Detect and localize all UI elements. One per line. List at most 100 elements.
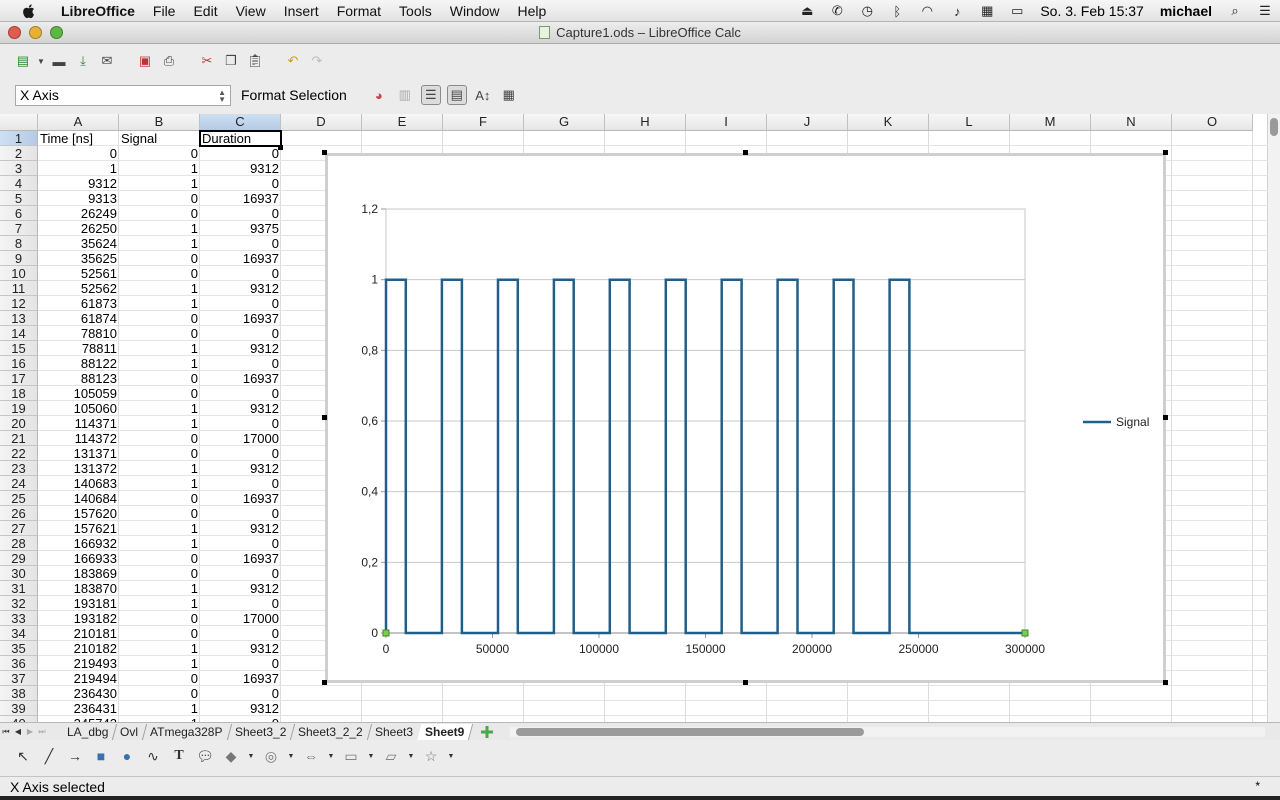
table-cell[interactable]: 1	[119, 641, 200, 656]
sheet-tab-sheet3_2[interactable]: Sheet3_2	[226, 723, 296, 740]
table-cell[interactable]: 1	[119, 176, 200, 191]
table-cell[interactable]: 0	[119, 551, 200, 566]
callout-icon[interactable]: 💬︎	[196, 747, 214, 765]
paste-icon[interactable]: 📋︎	[246, 52, 264, 70]
new-document-icon[interactable]: ▤	[14, 52, 32, 70]
chart-type-icon[interactable]: ◕	[369, 85, 389, 105]
volume-icon[interactable]: ♪	[946, 3, 968, 19]
table-cell[interactable]: 0	[200, 176, 281, 191]
column-header-h[interactable]: H	[605, 114, 686, 131]
cell-header[interactable]: Time [ns]	[38, 131, 119, 146]
table-cell[interactable]: 16937	[200, 491, 281, 506]
table-cell[interactable]: 0	[119, 146, 200, 161]
menu-insert[interactable]: Insert	[275, 3, 328, 19]
close-window-button[interactable]	[8, 26, 21, 39]
table-cell[interactable]: 16937	[200, 551, 281, 566]
select-arrow-icon[interactable]: ↖	[14, 747, 32, 765]
table-cell[interactable]: 1	[119, 401, 200, 416]
rectangle-icon[interactable]: ■	[92, 747, 110, 765]
export-pdf-icon[interactable]: ▣	[136, 52, 154, 70]
column-header-g[interactable]: G	[524, 114, 605, 131]
table-cell[interactable]: 9312	[200, 281, 281, 296]
table-cell[interactable]: 0	[200, 296, 281, 311]
table-cell[interactable]: 219494	[38, 671, 119, 686]
table-cell[interactable]: 52561	[38, 266, 119, 281]
table-cell[interactable]: 0	[200, 236, 281, 251]
row-header[interactable]: 10	[0, 266, 38, 281]
table-cell[interactable]: 1	[119, 701, 200, 716]
table-cell[interactable]: 0	[200, 266, 281, 281]
table-cell[interactable]: 131372	[38, 461, 119, 476]
table-cell[interactable]: 1	[119, 581, 200, 596]
table-cell[interactable]: 166933	[38, 551, 119, 566]
row-header[interactable]: 33	[0, 611, 38, 626]
callouts-icon[interactable]: ▱	[382, 747, 400, 765]
basic-shapes-dropdown-icon[interactable]: ▼	[248, 747, 255, 765]
table-cell[interactable]: 0	[119, 611, 200, 626]
chart-object[interactable]: 0 0,2 0,4 0,6 0,8 1 1,2 0 50000 100000 150000 20000…	[325, 153, 1166, 683]
table-cell[interactable]: 0	[200, 386, 281, 401]
chart-element-select[interactable]: X Axis ▲ ▼	[15, 84, 231, 106]
chart-data-table-icon[interactable]: ▥	[395, 85, 415, 105]
ellipse-icon[interactable]: ●	[118, 747, 136, 765]
table-cell[interactable]: 1	[119, 356, 200, 371]
table-cell[interactable]: 193181	[38, 596, 119, 611]
callouts-dropdown-icon[interactable]: ▼	[408, 747, 415, 765]
chart-selection-handle[interactable]	[322, 680, 327, 685]
table-cell[interactable]: 26249	[38, 206, 119, 221]
table-cell[interactable]: 0	[119, 266, 200, 281]
menu-format[interactable]: Format	[328, 3, 390, 19]
table-cell[interactable]: 114372	[38, 431, 119, 446]
zoom-window-button[interactable]	[50, 26, 63, 39]
table-cell[interactable]: 35624	[38, 236, 119, 251]
redo-icon[interactable]: ↷	[308, 52, 326, 70]
table-cell[interactable]: 193182	[38, 611, 119, 626]
menu-edit[interactable]: Edit	[184, 3, 226, 19]
bluetooth-icon[interactable]: ᛒ	[886, 3, 908, 19]
menu-window[interactable]: Window	[441, 3, 509, 19]
row-header[interactable]: 18	[0, 386, 38, 401]
table-cell[interactable]: 61874	[38, 311, 119, 326]
horizontal-grids-icon[interactable]: ☰	[420, 85, 441, 105]
row-header[interactable]: 14	[0, 326, 38, 341]
table-cell[interactable]: 183870	[38, 581, 119, 596]
table-cell[interactable]: 1	[119, 416, 200, 431]
row-header[interactable]: 32	[0, 596, 38, 611]
sheet-tab-sheet9[interactable]: Sheet9	[416, 723, 474, 740]
table-cell[interactable]: 157621	[38, 521, 119, 536]
row-header[interactable]: 27	[0, 521, 38, 536]
table-cell[interactable]: 0	[119, 191, 200, 206]
axis-selection-marker[interactable]	[382, 629, 390, 637]
chart-selection-handle[interactable]	[1163, 415, 1168, 420]
table-cell[interactable]: 0	[200, 566, 281, 581]
table-cell[interactable]: 1	[119, 596, 200, 611]
calendar-icon[interactable]: ▦	[976, 3, 998, 19]
chart-selection-handle[interactable]	[1163, 680, 1168, 685]
chart-selection-handle[interactable]	[322, 150, 327, 155]
row-header[interactable]: 39	[0, 701, 38, 716]
row-header[interactable]: 13	[0, 311, 38, 326]
column-header-j[interactable]: J	[767, 114, 848, 131]
column-header-f[interactable]: F	[443, 114, 524, 131]
table-cell[interactable]: 0	[200, 476, 281, 491]
sheet-tab-la_dbg[interactable]: LA_dbg	[58, 723, 118, 740]
horizontal-scrollbar[interactable]	[510, 727, 1265, 737]
flowchart-icon[interactable]: ▭	[342, 747, 360, 765]
print-icon[interactable]: ⎙	[160, 52, 178, 70]
table-cell[interactable]: 9312	[200, 521, 281, 536]
row-header[interactable]: 7	[0, 221, 38, 236]
stars-icon[interactable]: ☆	[422, 747, 440, 765]
table-cell[interactable]: 0	[119, 326, 200, 341]
line-arrow-icon[interactable]: →	[66, 747, 84, 765]
horizontal-scrollbar-thumb[interactable]	[516, 728, 864, 736]
row-header[interactable]: 19	[0, 401, 38, 416]
table-cell[interactable]: 210182	[38, 641, 119, 656]
table-cell[interactable]: 219493	[38, 656, 119, 671]
table-cell[interactable]: 0	[200, 626, 281, 641]
drive-icon[interactable]: ⏏	[796, 3, 818, 19]
table-cell[interactable]: 9312	[200, 701, 281, 716]
chart-selection-handle[interactable]	[1163, 150, 1168, 155]
row-header[interactable]: 25	[0, 491, 38, 506]
row-header[interactable]: 3	[0, 161, 38, 176]
table-cell[interactable]: 236431	[38, 701, 119, 716]
